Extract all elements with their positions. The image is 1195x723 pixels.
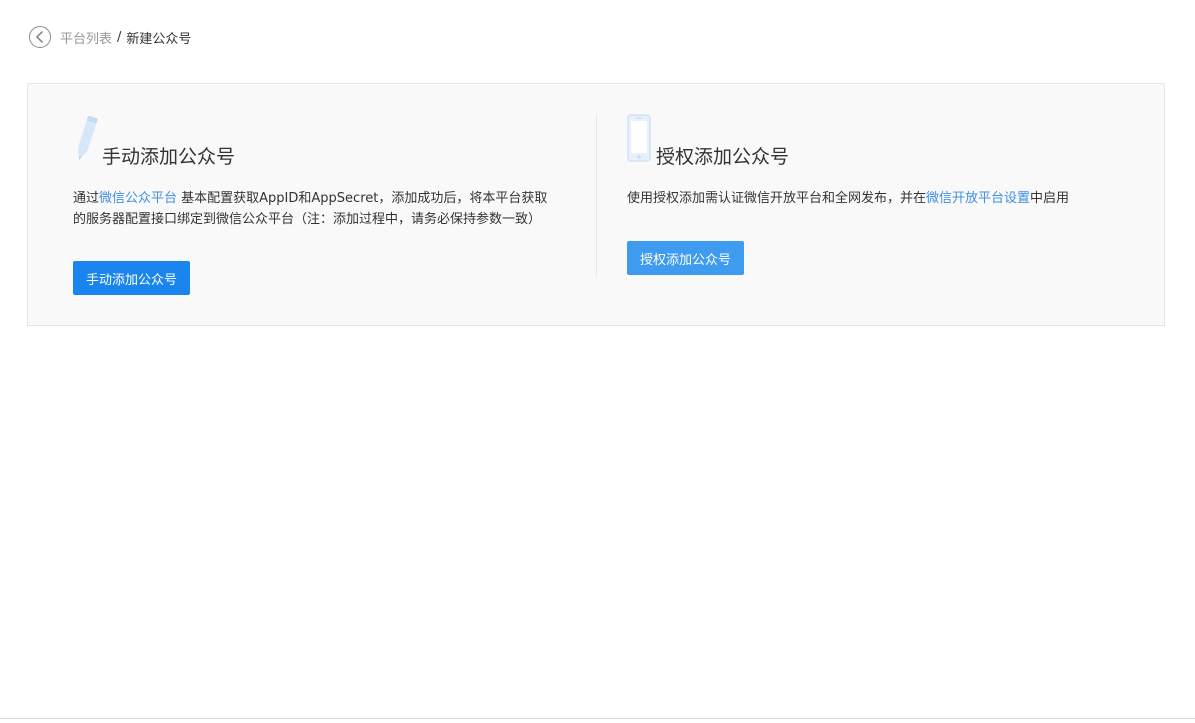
authorize-add-section: 授权添加公众号 使用授权添加需认证微信开放平台和全网发布，并在微信开放平台设置中… [627,84,1127,325]
manual-add-description: 通过微信公众平台 基本配置获取AppID和AppSecret，添加成功后，将本平… [73,188,547,230]
manual-add-section: 手动添加公众号 通过微信公众平台 基本配置获取AppID和AppSecret，添… [73,84,593,325]
pen-icon [77,115,98,160]
add-account-panel: 手动添加公众号 通过微信公众平台 基本配置获取AppID和AppSecret，添… [27,83,1165,326]
chevron-left-icon [36,31,43,43]
section-divider [596,114,597,276]
open-platform-settings-link[interactable]: 微信开放平台设置 [926,191,1030,206]
wechat-mp-link[interactable]: 微信公众平台 [99,191,177,206]
authorize-desc-prefix: 使用授权添加需认证微信开放平台和全网发布，并在 [627,191,927,206]
authorize-add-title: 授权添加公众号 [656,146,790,168]
authorize-add-button[interactable]: 授权添加公众号 [627,241,745,275]
breadcrumb-separator: / [117,29,122,45]
breadcrumb-platform-list[interactable]: 平台列表 [60,28,112,47]
bottom-divider [0,718,1195,719]
back-button[interactable] [29,26,51,48]
breadcrumb-current: 新建公众号 [126,31,192,47]
breadcrumb: 平台列表 / 新建公众号 [29,25,191,49]
authorize-desc-suffix: 中启用 [1030,191,1070,206]
manual-desc-suffix: 基本配置获取AppID和AppSecret，添加成功后，将本平台获取 [177,191,548,206]
phone-icon [627,114,651,162]
manual-add-button[interactable]: 手动添加公众号 [73,261,191,295]
manual-desc-prefix: 通过 [73,191,100,206]
authorize-add-description: 使用授权添加需认证微信开放平台和全网发布，并在微信开放平台设置中启用 [627,188,1069,209]
manual-desc-line2: 的服务器配置接口绑定到微信公众平台（注：添加过程中，请务必保持参数一致） [73,212,542,227]
manual-add-title: 手动添加公众号 [102,146,236,168]
